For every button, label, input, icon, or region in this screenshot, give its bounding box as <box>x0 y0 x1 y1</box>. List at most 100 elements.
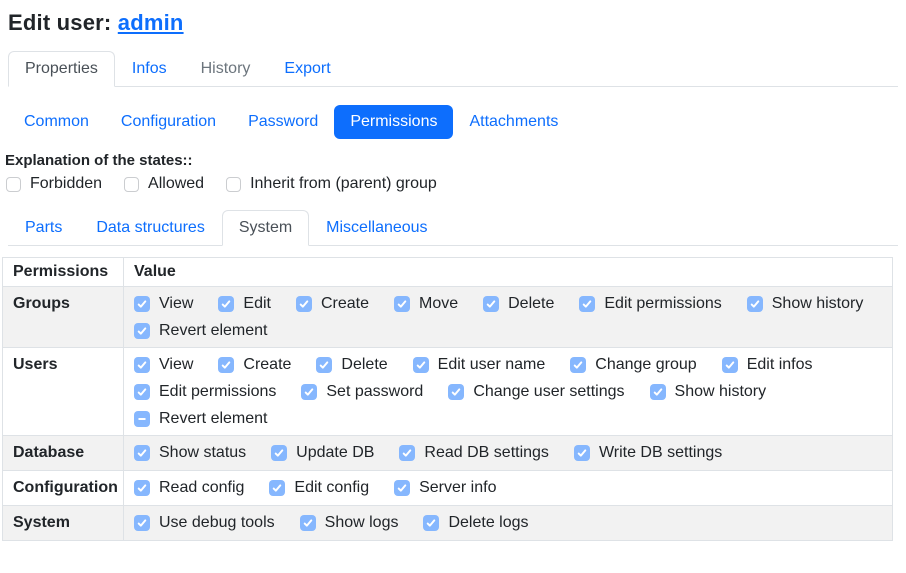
permission-users-edit-user-name[interactable]: Edit user name <box>413 356 546 374</box>
tab-export[interactable]: Export <box>267 51 347 87</box>
permission-users-set-password[interactable]: Set password <box>301 383 423 401</box>
checkbox-users-view[interactable] <box>134 357 150 373</box>
checkbox-system-delete-logs[interactable] <box>423 515 439 531</box>
checkbox-groups-revert-element[interactable] <box>134 323 150 339</box>
checkbox-database-show-status[interactable] <box>134 445 150 461</box>
permission-users-edit-permissions[interactable]: Edit permissions <box>134 383 276 401</box>
checkbox-users-change-user-settings[interactable] <box>448 384 464 400</box>
permission-users-revert-element[interactable]: Revert element <box>134 410 268 428</box>
permission-label: View <box>159 356 193 374</box>
legend-option-allowed[interactable]: Allowed <box>124 175 204 193</box>
checkbox-users-edit-user-name[interactable] <box>413 357 429 373</box>
checkbox-database-update-db[interactable] <box>271 445 287 461</box>
permission-label: Edit infos <box>747 356 813 374</box>
check-icon <box>136 298 148 310</box>
permission-users-change-user-settings[interactable]: Change user settings <box>448 383 624 401</box>
permission-groups-revert-element[interactable]: Revert element <box>134 322 268 340</box>
property-tab-bar: CommonConfigurationPasswordPermissionsAt… <box>8 105 906 139</box>
permission-label: Show history <box>772 295 864 313</box>
checkbox-database-write-db-settings[interactable] <box>574 445 590 461</box>
permission-configuration-read-config[interactable]: Read config <box>134 479 244 497</box>
permission-configuration-server-info[interactable]: Server info <box>394 479 496 497</box>
row-value-cell: Show status Update DB Read DB settings Writ… <box>124 436 893 471</box>
checkbox-users-show-history[interactable] <box>650 384 666 400</box>
permission-users-edit-infos[interactable]: Edit infos <box>722 356 813 374</box>
checkbox-groups-edit-permissions[interactable] <box>579 296 595 312</box>
permission-label: Revert element <box>159 410 268 428</box>
check-icon <box>724 359 736 371</box>
permission-groups-edit-permissions[interactable]: Edit permissions <box>579 295 721 313</box>
tab-parts[interactable]: Parts <box>8 210 79 246</box>
permission-users-view[interactable]: View <box>134 356 193 374</box>
check-icon <box>415 359 427 371</box>
tab-data-structures[interactable]: Data structures <box>79 210 221 246</box>
permission-users-change-group[interactable]: Change group <box>570 356 696 374</box>
checkbox-system-show-logs[interactable] <box>300 515 316 531</box>
checkbox-groups-create[interactable] <box>296 296 312 312</box>
checkbox-users-edit-infos[interactable] <box>722 357 738 373</box>
section-tab-bar: PartsData structuresSystemMiscellaneous <box>8 210 898 246</box>
permission-configuration-edit-config[interactable]: Edit config <box>269 479 369 497</box>
permission-system-show-logs[interactable]: Show logs <box>300 514 399 532</box>
checkbox-system-use-debug-tools[interactable] <box>134 515 150 531</box>
permission-system-use-debug-tools[interactable]: Use debug tools <box>134 514 275 532</box>
pill-password[interactable]: Password <box>232 105 334 139</box>
checkbox-users-set-password[interactable] <box>301 384 317 400</box>
dash-icon <box>136 413 148 425</box>
tab-properties[interactable]: Properties <box>8 51 115 87</box>
checkbox-database-read-db-settings[interactable] <box>399 445 415 461</box>
permission-groups-delete[interactable]: Delete <box>483 295 554 313</box>
checkbox-groups-show-history[interactable] <box>747 296 763 312</box>
checkbox-users-revert-element[interactable] <box>134 411 150 427</box>
permission-label: Create <box>243 356 291 374</box>
permission-label: Edit user name <box>438 356 546 374</box>
checkbox-users-create[interactable] <box>218 357 234 373</box>
checkbox-configuration-server-info[interactable] <box>394 480 410 496</box>
checkbox-configuration-edit-config[interactable] <box>269 480 285 496</box>
legend-option-inherit-from-parent-group[interactable]: Inherit from (parent) group <box>226 175 437 193</box>
checkbox-line: View Edit Create Move Delete Edit permissions… <box>134 290 882 317</box>
permission-groups-move[interactable]: Move <box>394 295 458 313</box>
checkbox-groups-delete[interactable] <box>483 296 499 312</box>
edited-user-link[interactable]: admin <box>118 10 184 35</box>
pill-permissions[interactable]: Permissions <box>334 105 453 139</box>
pill-configuration[interactable]: Configuration <box>105 105 232 139</box>
permission-label: Show status <box>159 444 246 462</box>
checkbox-users-delete[interactable] <box>316 357 332 373</box>
permission-label: Set password <box>326 383 423 401</box>
column-header-value: Value <box>124 258 893 287</box>
check-icon <box>136 517 148 529</box>
tab-miscellaneous[interactable]: Miscellaneous <box>309 210 444 246</box>
pill-attachments[interactable]: Attachments <box>453 105 574 139</box>
states-legend-heading: Explanation of the states:: <box>5 152 906 169</box>
checkbox-groups-move[interactable] <box>394 296 410 312</box>
checkbox-configuration-read-config[interactable] <box>134 480 150 496</box>
tab-infos[interactable]: Infos <box>115 51 184 87</box>
checkbox-users-change-group[interactable] <box>570 357 586 373</box>
tab-system[interactable]: System <box>222 210 309 246</box>
permission-system-delete-logs[interactable]: Delete logs <box>423 514 528 532</box>
permission-groups-edit[interactable]: Edit <box>218 295 271 313</box>
permission-groups-create[interactable]: Create <box>296 295 369 313</box>
checkbox-groups-view[interactable] <box>134 296 150 312</box>
permission-users-show-history[interactable]: Show history <box>650 383 767 401</box>
checkbox-groups-edit[interactable] <box>218 296 234 312</box>
permission-database-write-db-settings[interactable]: Write DB settings <box>574 444 722 462</box>
checkbox-allowed[interactable] <box>124 177 139 192</box>
permission-label: Move <box>419 295 458 313</box>
checkbox-forbidden[interactable] <box>6 177 21 192</box>
checkbox-inherit-from-parent-group[interactable] <box>226 177 241 192</box>
permission-database-update-db[interactable]: Update DB <box>271 444 374 462</box>
permission-groups-view[interactable]: View <box>134 295 193 313</box>
pill-common[interactable]: Common <box>8 105 105 139</box>
permission-groups-show-history[interactable]: Show history <box>747 295 864 313</box>
permission-users-create[interactable]: Create <box>218 356 291 374</box>
permission-label: Show logs <box>325 514 399 532</box>
permission-users-delete[interactable]: Delete <box>316 356 387 374</box>
permission-database-read-db-settings[interactable]: Read DB settings <box>399 444 549 462</box>
permission-database-show-status[interactable]: Show status <box>134 444 246 462</box>
checkbox-users-edit-permissions[interactable] <box>134 384 150 400</box>
permission-label: Read config <box>159 479 244 497</box>
permission-label: Write DB settings <box>599 444 722 462</box>
legend-option-forbidden[interactable]: Forbidden <box>6 175 102 193</box>
